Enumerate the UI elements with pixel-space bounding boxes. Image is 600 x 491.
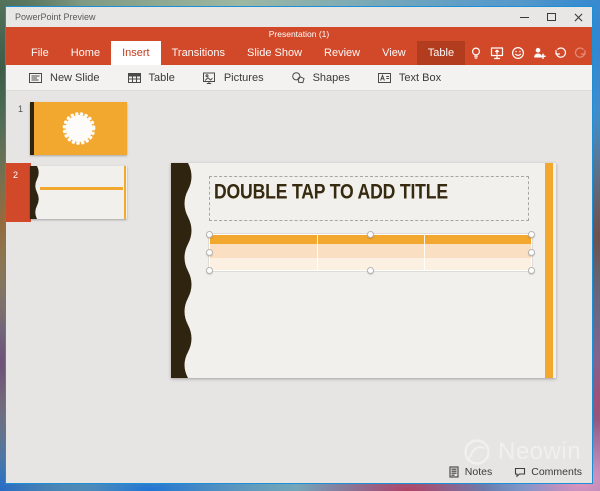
slide-1-number: 1: [18, 104, 24, 114]
shapes-button[interactable]: Shapes: [291, 71, 350, 85]
lightbulb-icon[interactable]: [465, 41, 486, 65]
tab-file[interactable]: File: [20, 41, 60, 65]
insert-table-button[interactable]: Table: [127, 71, 175, 85]
slide-thumbnail-panel: 1 2: [6, 91, 132, 461]
title-placeholder-text: DOUBLE TAP TO ADD TITLE: [214, 180, 448, 204]
tab-review[interactable]: Review: [313, 41, 371, 65]
slide-1-thumbnail[interactable]: [30, 102, 127, 155]
minimize-button[interactable]: [511, 7, 538, 27]
comments-label: Comments: [531, 466, 582, 478]
text-box-icon: [377, 72, 391, 83]
pictures-icon: [202, 72, 215, 84]
ribbon-quick-icons: [465, 41, 597, 65]
table-column-divider: [317, 235, 318, 270]
close-button[interactable]: [565, 7, 592, 27]
slide-2-thumbnail[interactable]: [30, 166, 127, 219]
app-title: PowerPoint Preview: [15, 12, 96, 22]
title-placeholder[interactable]: DOUBLE TAP TO ADD TITLE: [209, 176, 529, 221]
new-slide-label: New Slide: [50, 71, 100, 84]
text-box-label: Text Box: [398, 71, 442, 84]
status-bar: Notes Comments: [6, 461, 592, 483]
resize-handle-bottom-right[interactable]: [528, 267, 535, 274]
presentation-name-bar: Presentation (1): [6, 27, 592, 41]
comments-icon: [515, 467, 526, 478]
resize-handle-top-middle[interactable]: [366, 231, 374, 238]
resize-handle-top-left[interactable]: [206, 231, 213, 238]
new-slide-button[interactable]: New Slide: [28, 71, 100, 85]
scalloped-circle-graphic: [62, 112, 96, 145]
notes-label: Notes: [464, 466, 493, 478]
ribbon-tab-bar: File Home Insert Transitions Slide Show …: [6, 41, 592, 65]
notes-button[interactable]: Notes: [448, 466, 492, 478]
pictures-button[interactable]: Pictures: [202, 71, 264, 85]
resize-handle-middle-right[interactable]: [528, 248, 535, 256]
table-row[interactable]: [210, 244, 531, 258]
tab-insert[interactable]: Insert: [111, 41, 161, 65]
shapes-icon: [291, 71, 305, 83]
current-slide[interactable]: DOUBLE TAP TO ADD TITLE: [171, 163, 556, 378]
insert-table-label: Table: [148, 71, 175, 84]
inserted-table[interactable]: [206, 231, 535, 274]
wavy-edge-graphic: [171, 163, 192, 378]
slide-accent-bar: [545, 163, 553, 378]
maximize-button[interactable]: [538, 7, 565, 27]
app-window: PowerPoint Preview Presentation (1) File…: [5, 6, 593, 484]
insert-table-icon: [127, 72, 141, 83]
close-icon: [574, 13, 583, 21]
tab-home[interactable]: Home: [60, 41, 111, 65]
redo-icon[interactable]: [570, 41, 591, 65]
resize-handle-middle-left[interactable]: [206, 248, 213, 256]
insert-toolbar: New Slide Table Pictures Shapes Text Box: [6, 65, 592, 91]
shapes-label: Shapes: [312, 71, 350, 84]
resize-handle-top-right[interactable]: [528, 231, 535, 238]
tab-transitions[interactable]: Transitions: [161, 41, 236, 65]
resize-handle-bottom-middle[interactable]: [366, 267, 374, 274]
table-column-divider: [424, 235, 425, 270]
resize-handle-bottom-left[interactable]: [206, 267, 213, 274]
share-person-icon[interactable]: [528, 41, 549, 65]
title-bar: PowerPoint Preview: [6, 7, 592, 27]
maximize-icon: [547, 13, 556, 21]
tab-table[interactable]: Table: [416, 41, 466, 65]
thumbnail-right-edge: [124, 166, 126, 219]
feedback-smiley-icon[interactable]: [507, 41, 528, 65]
tab-slide-show[interactable]: Slide Show: [236, 41, 313, 65]
pictures-label: Pictures: [223, 71, 264, 84]
presentation-title: Presentation (1): [268, 29, 330, 39]
wavy-edge-graphic: [30, 166, 39, 219]
text-box-button[interactable]: Text Box: [377, 71, 441, 85]
undo-icon[interactable]: [549, 41, 570, 65]
comments-button[interactable]: Comments: [514, 466, 582, 478]
present-screen-icon[interactable]: [486, 41, 507, 65]
main-content: 1 2 DOUBLE TAP TO ADD TITLE: [6, 91, 592, 461]
new-slide-icon: [29, 72, 42, 83]
tab-view[interactable]: View: [371, 41, 417, 65]
selected-slide-indicator: 2: [6, 163, 31, 222]
slide-canvas: DOUBLE TAP TO ADD TITLE: [132, 91, 592, 461]
minimize-icon: [520, 16, 529, 18]
slide-2-number: 2: [13, 170, 19, 180]
thumbnail-table-graphic: [40, 187, 123, 190]
notes-icon: [449, 466, 459, 478]
